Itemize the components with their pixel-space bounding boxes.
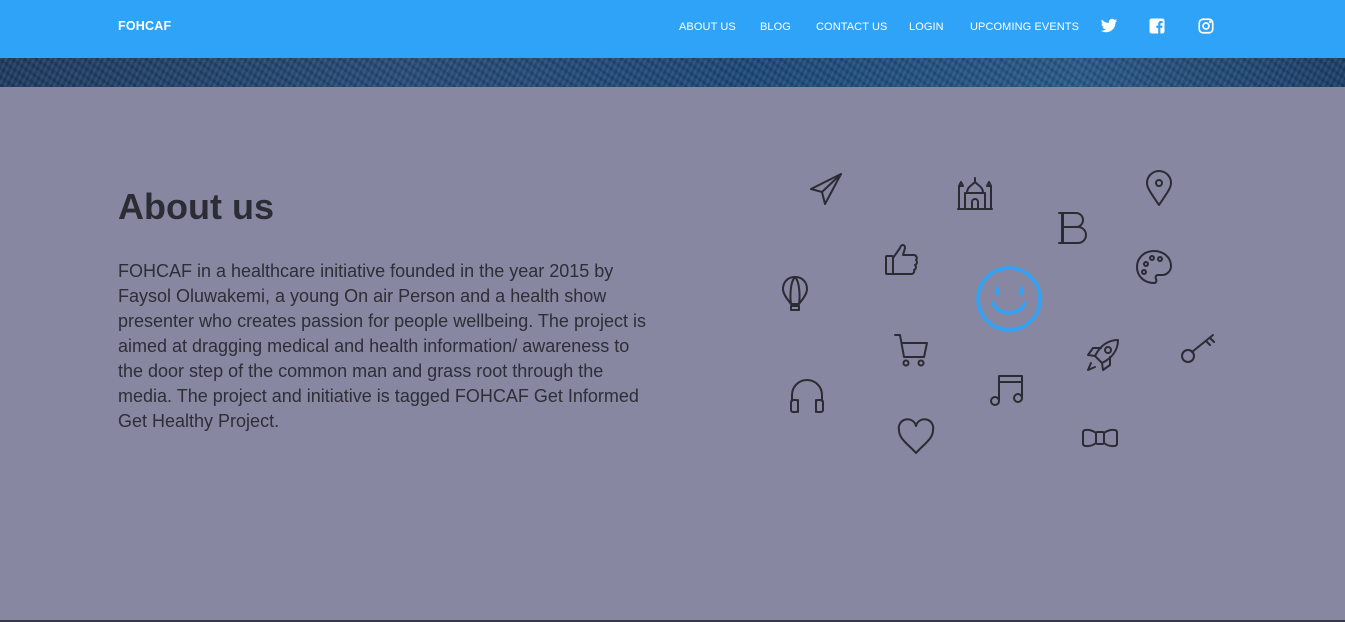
- paper-plane-icon: [810, 173, 842, 205]
- instagram-icon[interactable]: [1197, 17, 1215, 35]
- twitter-icon[interactable]: [1100, 17, 1118, 35]
- about-title: About us: [118, 186, 274, 227]
- top-navbar: FOHCAF ABOUT US BLOG CONTACT US LOGIN UP…: [0, 0, 1345, 58]
- brand-logo[interactable]: FOHCAF: [118, 19, 171, 33]
- nav-contact-us[interactable]: CONTACT US: [816, 21, 888, 33]
- music-note-icon: [990, 375, 1023, 406]
- key-icon: [1181, 334, 1215, 363]
- mosque-icon: [957, 177, 993, 210]
- nav-about-us[interactable]: ABOUT US: [679, 21, 736, 33]
- shopping-cart-icon: [894, 334, 928, 367]
- bold-b-icon: [1058, 212, 1087, 244]
- hero-image-strip: [0, 58, 1345, 87]
- nav-upcoming-events[interactable]: UPCOMING EVENTS: [970, 21, 1079, 33]
- palette-icon: [1136, 250, 1172, 284]
- smiley-face-icon: [976, 266, 1042, 332]
- nav-login[interactable]: LOGIN: [909, 21, 944, 33]
- bow-tie-icon: [1082, 428, 1118, 448]
- headphones-icon: [790, 379, 824, 413]
- facebook-icon[interactable]: [1148, 17, 1166, 35]
- about-description: FOHCAF in a healthcare initiative founde…: [118, 261, 646, 431]
- heart-icon: [897, 418, 935, 454]
- nav-blog[interactable]: BLOG: [760, 21, 791, 33]
- thumbs-up-icon: [885, 244, 918, 275]
- rocket-icon: [1087, 339, 1119, 371]
- location-pin-icon: [1146, 170, 1172, 206]
- hot-air-balloon-icon: [782, 276, 808, 311]
